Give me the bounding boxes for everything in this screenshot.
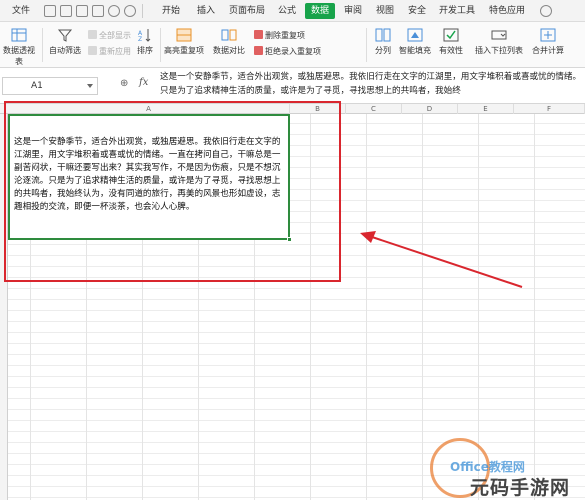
sort-button[interactable]: AZ 排序 xyxy=(132,28,158,56)
insert-dropdown-button[interactable]: 插入下拉列表 xyxy=(470,28,528,56)
export-icon[interactable] xyxy=(60,5,72,17)
more-icon[interactable] xyxy=(560,5,572,17)
highlight-duplicates-button[interactable]: 高亮重复项 xyxy=(162,28,206,56)
split-label: 分列 xyxy=(375,46,391,55)
search-icon[interactable] xyxy=(540,5,552,17)
menu-file[interactable]: 文件 xyxy=(4,0,38,22)
menu-formulas[interactable]: 公式 xyxy=(272,0,302,22)
ribbon-separator xyxy=(42,28,43,62)
smart-fill-label: 智能填充 xyxy=(399,46,431,55)
menu-home[interactable]: 开始 xyxy=(155,0,187,22)
reject-duplicates-button[interactable]: 拒绝录入重复项 xyxy=(254,46,321,58)
menu-security[interactable]: 安全 xyxy=(402,0,432,22)
filter-icon xyxy=(57,29,73,42)
autofilter-label: 自动筛选 xyxy=(49,46,81,55)
consolidate-button[interactable]: 合并计算 xyxy=(528,28,568,56)
smart-fill-icon xyxy=(407,28,423,42)
consolidate-label: 合并计算 xyxy=(532,46,564,55)
smart-fill-button[interactable]: 智能填充 xyxy=(396,28,434,56)
zoom-icon[interactable]: ⊕ xyxy=(120,78,128,89)
highlight-duplicates-label: 高亮重复项 xyxy=(164,46,204,55)
data-compare-label: 数据对比 xyxy=(213,46,245,55)
annotation-arrow-icon xyxy=(360,231,523,288)
print-icon[interactable] xyxy=(76,5,88,17)
name-box-value: A1 xyxy=(31,81,43,91)
menu-bar: 文件 开始 插入 页面布局 公式 数据 审阅 视图 安全 开发工具 特色应用 xyxy=(0,0,585,22)
menu-view[interactable]: 视图 xyxy=(370,0,400,22)
column-header-f[interactable]: F xyxy=(514,104,585,114)
split-icon xyxy=(375,28,391,42)
data-compare-button[interactable]: 数据对比 xyxy=(208,28,250,56)
sort-label: 排序 xyxy=(137,46,153,55)
delete-duplicates-button[interactable]: 删除重复项 xyxy=(254,30,305,42)
insert-dropdown-label: 插入下拉列表 xyxy=(475,46,523,55)
ribbon-toolbar: 数据透视表 自动筛选 全部显示 重新应用 AZ 排序 高亮重复项 数据对比 删除… xyxy=(0,22,585,68)
menu-separator xyxy=(142,4,143,18)
menu-review[interactable]: 审阅 xyxy=(338,0,368,22)
pivot-table-label: 数据透视表 xyxy=(3,46,35,66)
reject-duplicates-label: 拒绝录入重复项 xyxy=(265,47,321,56)
reapply-label: 重新应用 xyxy=(99,47,131,56)
highlight-duplicates-icon xyxy=(176,28,192,42)
dropdown-list-icon xyxy=(491,30,507,40)
menu-page-layout[interactable]: 页面布局 xyxy=(224,0,270,22)
reapply-icon xyxy=(88,46,97,55)
fx-icon[interactable]: fx xyxy=(139,77,148,88)
validity-button[interactable]: 有效性 xyxy=(434,28,468,56)
menu-developer[interactable]: 开发工具 xyxy=(436,0,478,22)
undo-icon[interactable] xyxy=(108,5,120,17)
ribbon-separator xyxy=(366,28,367,62)
menu-data[interactable]: 数据 xyxy=(305,3,335,19)
consolidate-icon xyxy=(540,28,556,42)
reject-duplicates-icon xyxy=(254,46,263,55)
watermark-site-text: 元码手游网 xyxy=(470,477,571,499)
validity-icon xyxy=(443,28,459,42)
annotation-highlight-box xyxy=(4,101,341,282)
preview-icon[interactable] xyxy=(92,5,104,17)
menu-insert[interactable]: 插入 xyxy=(190,0,222,22)
save-icon[interactable] xyxy=(44,5,56,17)
autofilter-button[interactable]: 自动筛选 xyxy=(46,28,84,56)
sort-icon: AZ xyxy=(138,29,151,42)
show-all-icon xyxy=(88,30,97,39)
pivot-table-button[interactable]: 数据透视表 xyxy=(0,28,38,67)
reapply-button[interactable]: 重新应用 xyxy=(88,46,131,58)
column-header-e[interactable]: E xyxy=(458,104,514,114)
data-compare-icon xyxy=(221,29,237,41)
menu-featured-apps[interactable]: 特色应用 xyxy=(484,0,530,22)
ribbon-separator xyxy=(160,28,161,62)
show-all-label: 全部显示 xyxy=(99,31,131,40)
delete-duplicates-icon xyxy=(254,30,263,39)
pivot-table-icon xyxy=(11,28,27,42)
show-all-button[interactable]: 全部显示 xyxy=(88,30,131,42)
formula-content[interactable]: 这是一个安静季节，适合外出观赏，或独居避思。我依旧行走在文字的江湖里，用文字堆积… xyxy=(160,70,585,102)
formula-bar: A1 ⊕ fx 这是一个安静季节，适合外出观赏，或独居避思。我依旧行走在文字的江… xyxy=(0,68,585,104)
redo-icon[interactable] xyxy=(124,5,136,17)
column-header-c[interactable]: C xyxy=(346,104,402,114)
split-button[interactable]: 分列 xyxy=(370,28,396,56)
delete-duplicates-label: 删除重复项 xyxy=(265,31,305,40)
chevron-down-icon[interactable] xyxy=(87,84,93,88)
svg-text:Z: Z xyxy=(138,36,142,42)
name-box[interactable]: A1 xyxy=(2,77,98,95)
column-header-d[interactable]: D xyxy=(402,104,458,114)
validity-label: 有效性 xyxy=(439,46,463,55)
